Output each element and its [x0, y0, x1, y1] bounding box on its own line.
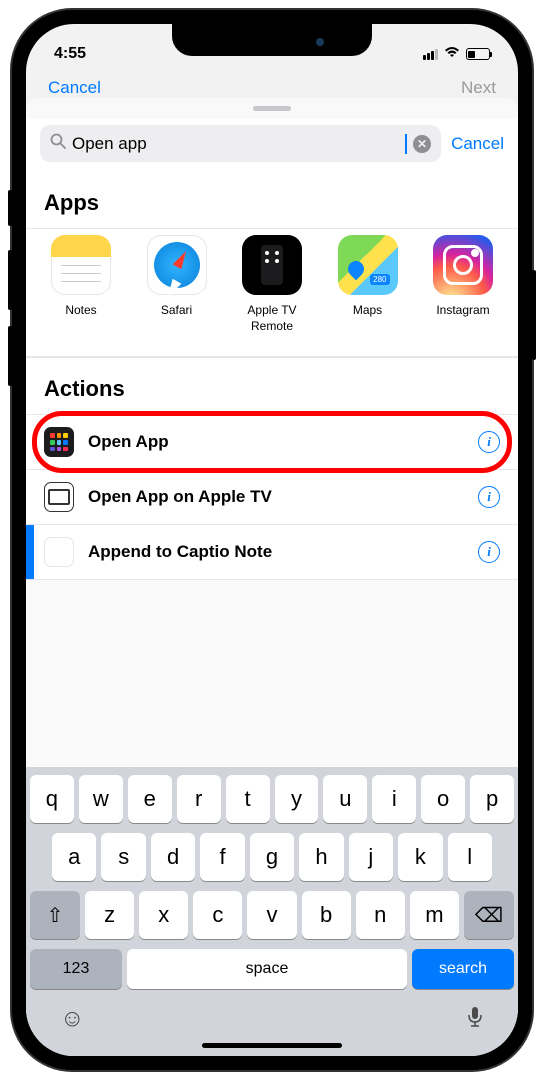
app-notes[interactable]: Notes: [40, 235, 122, 334]
app-label: Safari: [161, 303, 192, 319]
key-k[interactable]: k: [398, 833, 442, 881]
appletv-app-icon: [44, 482, 74, 512]
keyboard-row-4: 123 space search: [30, 949, 514, 989]
sheet-grabber[interactable]: [253, 106, 291, 111]
key-backspace[interactable]: ⌫: [464, 891, 514, 939]
info-button[interactable]: i: [478, 431, 500, 453]
action-label: Open App on Apple TV: [88, 487, 464, 507]
bg-next: Next: [461, 78, 496, 98]
action-append-captio[interactable]: Append to Captio Note i: [26, 525, 518, 580]
key-l[interactable]: l: [448, 833, 492, 881]
home-indicator[interactable]: [202, 1043, 342, 1048]
open-app-icon: [44, 427, 74, 457]
app-label: Maps: [353, 303, 382, 319]
key-j[interactable]: j: [349, 833, 393, 881]
actions-section-header: Actions: [26, 357, 518, 414]
key-s[interactable]: s: [101, 833, 145, 881]
captio-icon: [44, 537, 74, 567]
key-space[interactable]: space: [127, 949, 407, 989]
battery-icon: [466, 48, 490, 60]
key-n[interactable]: n: [356, 891, 405, 939]
key-search[interactable]: search: [412, 949, 514, 989]
key-w[interactable]: w: [79, 775, 123, 823]
key-e[interactable]: e: [128, 775, 172, 823]
bg-cancel: Cancel: [48, 78, 101, 98]
key-m[interactable]: m: [410, 891, 459, 939]
app-maps[interactable]: Maps: [327, 235, 409, 334]
notes-icon: [51, 235, 111, 295]
keyboard-row-3: ⇧ z x c v b n m ⌫: [30, 891, 514, 939]
key-v[interactable]: v: [247, 891, 296, 939]
key-u[interactable]: u: [323, 775, 367, 823]
key-x[interactable]: x: [139, 891, 188, 939]
keyboard-row-2: a s d f g h j k l: [30, 833, 514, 881]
safari-icon: [147, 235, 207, 295]
instagram-icon: [433, 235, 493, 295]
keyboard-row-1: q w e r t y u i o p: [30, 775, 514, 823]
key-b[interactable]: b: [302, 891, 351, 939]
search-row: Open app ✕ Cancel: [26, 119, 518, 172]
key-g[interactable]: g: [250, 833, 294, 881]
background-nav: Cancel Next: [26, 74, 518, 98]
key-y[interactable]: y: [275, 775, 319, 823]
key-a[interactable]: a: [52, 833, 96, 881]
key-p[interactable]: p: [470, 775, 514, 823]
app-safari[interactable]: Safari: [136, 235, 218, 334]
app-appletv-remote[interactable]: Apple TV Remote: [231, 235, 313, 334]
key-t[interactable]: t: [226, 775, 270, 823]
cancel-button[interactable]: Cancel: [451, 134, 504, 154]
action-open-app-appletv[interactable]: Open App on Apple TV i: [26, 470, 518, 525]
appletv-remote-icon: [242, 235, 302, 295]
device-notch: [172, 24, 372, 56]
info-button[interactable]: i: [478, 541, 500, 563]
action-label: Append to Captio Note: [88, 542, 464, 562]
app-label: Instagram: [436, 303, 489, 319]
maps-icon: [338, 235, 398, 295]
key-z[interactable]: z: [85, 891, 134, 939]
status-icons: [423, 47, 490, 61]
key-d[interactable]: d: [151, 833, 195, 881]
text-cursor: [405, 134, 407, 154]
action-open-app[interactable]: Open App i: [26, 415, 518, 470]
app-instagram[interactable]: Instagram: [422, 235, 504, 334]
key-f[interactable]: f: [200, 833, 244, 881]
device-frame: 4:55 Cancel Next Open: [12, 10, 532, 1070]
key-i[interactable]: i: [372, 775, 416, 823]
search-box[interactable]: Open app ✕: [40, 125, 441, 162]
search-input[interactable]: Open app: [72, 134, 399, 154]
key-shift[interactable]: ⇧: [30, 891, 80, 939]
key-c[interactable]: c: [193, 891, 242, 939]
action-label: Open App: [88, 432, 464, 452]
search-icon: [50, 133, 66, 154]
keyboard: q w e r t y u i o p a s d f g h: [26, 767, 518, 1056]
emoji-button[interactable]: ☺: [60, 1005, 85, 1036]
key-numbers[interactable]: 123: [30, 949, 122, 989]
key-h[interactable]: h: [299, 833, 343, 881]
app-label: Notes: [65, 303, 96, 319]
status-time: 4:55: [54, 45, 86, 63]
apps-section-header: Apps: [26, 172, 518, 228]
key-o[interactable]: o: [421, 775, 465, 823]
key-q[interactable]: q: [30, 775, 74, 823]
apps-row: Notes Safari Apple TV Remote Maps: [26, 228, 518, 357]
wifi-icon: [444, 47, 460, 61]
key-r[interactable]: r: [177, 775, 221, 823]
cellular-signal-icon: [423, 49, 438, 60]
app-label: Apple TV Remote: [231, 303, 313, 334]
info-button[interactable]: i: [478, 486, 500, 508]
search-sheet: Open app ✕ Cancel Apps Notes Safari: [26, 98, 518, 1056]
clear-search-button[interactable]: ✕: [413, 135, 431, 153]
actions-list: Open App i Open App on Apple TV i Append…: [26, 414, 518, 580]
device-screen: 4:55 Cancel Next Open: [26, 24, 518, 1056]
dictation-button[interactable]: [466, 1005, 484, 1036]
